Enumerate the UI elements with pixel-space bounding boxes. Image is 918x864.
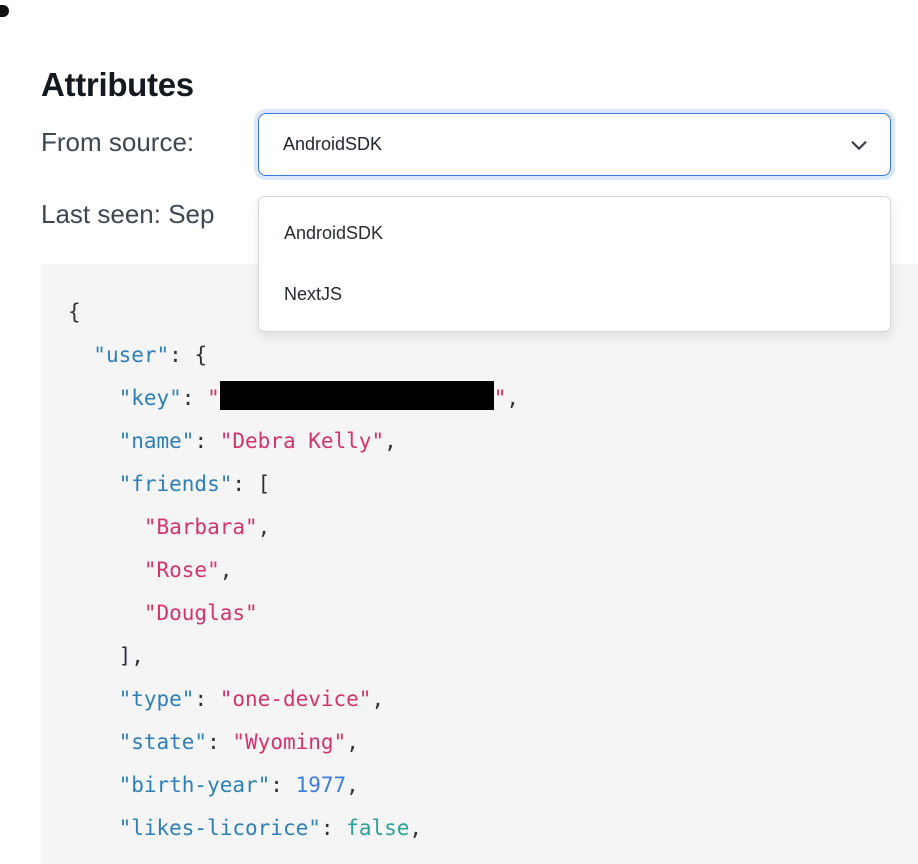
chevron-down-icon <box>848 134 870 156</box>
edge-artifact <box>0 5 9 17</box>
dropdown-option-nextjs[interactable]: NextJS <box>259 264 890 325</box>
json-code-block: { "user": { "key": "", "name": "Debra Ke… <box>41 264 918 864</box>
source-dropdown-panel: AndroidSDKNextJS <box>258 196 891 332</box>
json-code: { "user": { "key": "", "name": "Debra Ke… <box>68 291 918 850</box>
source-select-value: AndroidSDK <box>283 134 382 155</box>
last-seen-text: Last seen: Sep <box>41 199 214 230</box>
source-select[interactable]: AndroidSDK <box>258 113 891 176</box>
page-title: Attributes <box>41 66 194 104</box>
dropdown-option-androidsdk[interactable]: AndroidSDK <box>259 203 890 264</box>
redacted-value <box>220 381 494 410</box>
from-source-label: From source: <box>41 127 194 158</box>
